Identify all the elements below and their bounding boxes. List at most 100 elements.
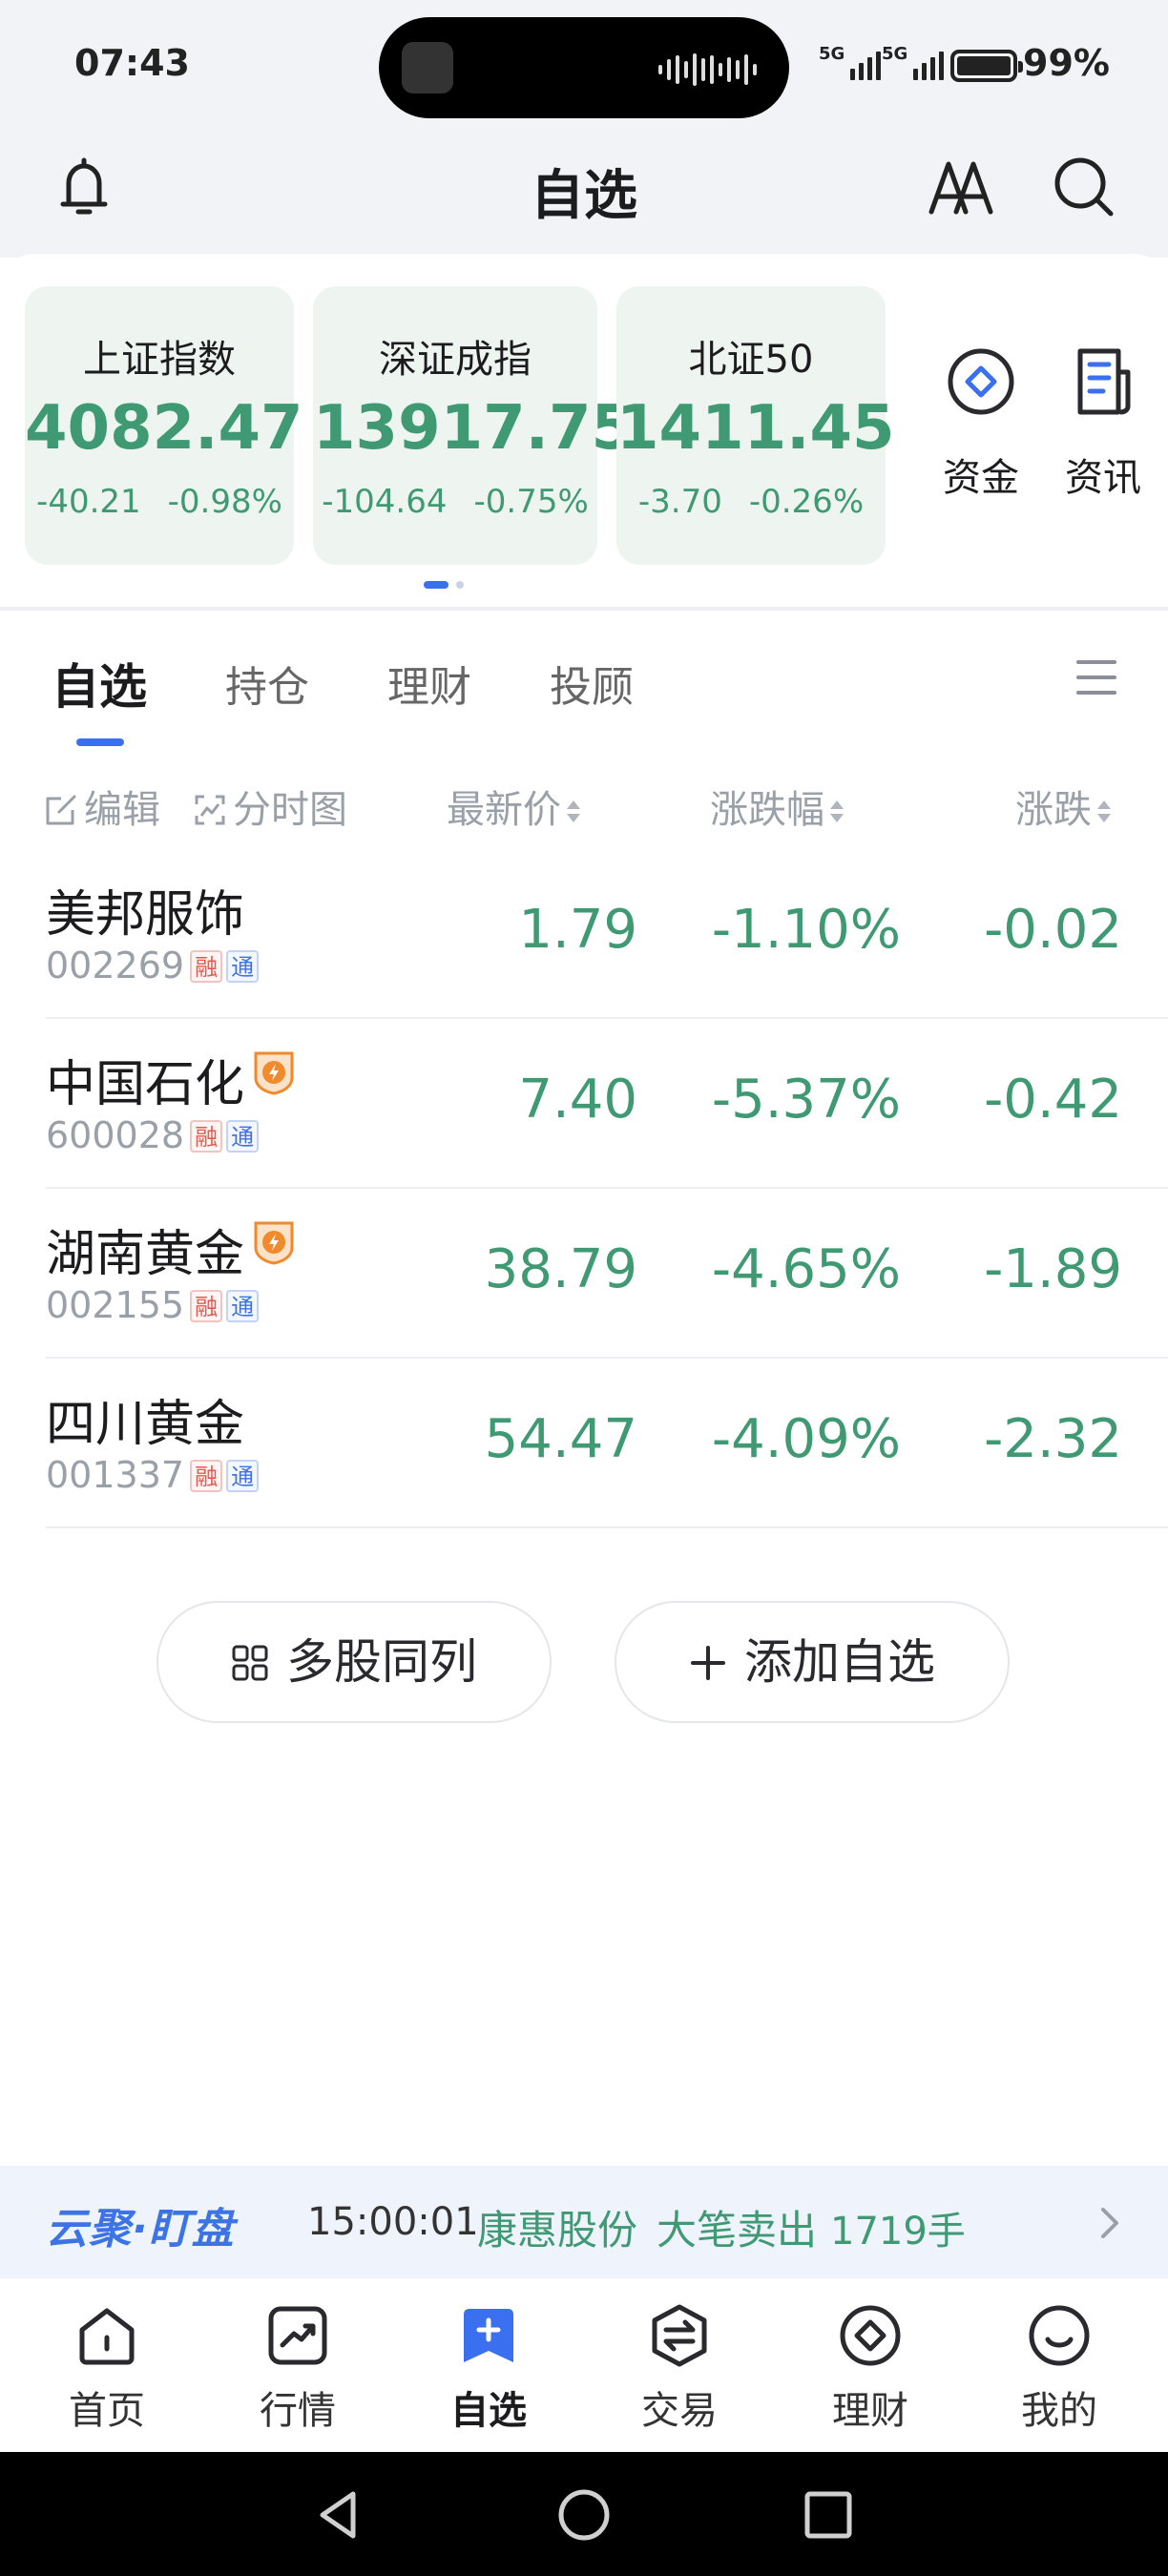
stock-change: -0.42 [984,1069,1122,1131]
tab-holdings[interactable]: 持仓 [225,653,309,714]
battery-percent: 99% [1023,42,1110,84]
stock-pct: -5.37% [711,1069,901,1131]
app-thumbnail-icon [402,42,453,93]
trade-icon [652,2304,707,2367]
stock-pct: -1.10% [711,899,901,961]
chevron-right-icon [1101,2208,1118,2238]
index-change: -104.64 -0.75% [322,483,589,521]
system-nav-bar [0,2452,1168,2576]
index-value: 4082.47 [25,393,303,464]
multi-stock-button[interactable]: 多股同列 [156,1601,552,1723]
recents-icon[interactable] [800,2486,857,2544]
ticker-time: 15:00:01 [307,2200,479,2244]
sort-pct-header[interactable]: 涨跌幅 [710,779,844,834]
sort-icon [830,799,844,825]
status-time: 07:43 [74,42,190,84]
grid-icon [232,1645,268,1681]
ticker-volume: 1719手 [830,2210,966,2254]
index-card-beijing[interactable]: 北证50 1411.45 -3.70 -0.26% [616,286,895,565]
stock-name: 湖南黄金 [46,1214,296,1285]
menu-icon[interactable] [1076,660,1116,698]
index-value: 13917.75 [313,393,635,464]
sort-icon [1097,799,1111,825]
dynamic-island [379,17,789,118]
home-circle-icon[interactable] [555,2486,613,2544]
index-name: 深证成指 [379,338,532,382]
margin-badge: 融 [190,1120,223,1153]
ticker-stock: 康惠股份 [477,2207,638,2254]
index-card-shanghai[interactable]: 上证指数 4082.47 -40.21 -0.98% [25,286,303,565]
news-icon [1077,348,1131,415]
bottom-nav: 首页 行情 自选 交易 理财 我的 [0,2278,1168,2452]
edit-icon [46,795,76,825]
ticker-action: 大笔卖出 [657,2207,818,2254]
back-icon[interactable] [311,2486,368,2544]
market-ticker[interactable]: 云聚·盯盘 15:00:01 康惠股份 大笔卖出 1719手 [0,2166,1168,2278]
sort-price-header[interactable]: 最新价 [447,779,580,834]
stock-name: 美邦服饰 [46,886,245,944]
tab-watchlist[interactable]: 自选 [52,649,147,717]
stock-name: 中国石化 [46,1044,296,1115]
stock-code: 600028 融通 [46,1114,260,1156]
stock-code: 002155 融通 [46,1284,260,1326]
stock-change: -0.02 [984,899,1122,961]
fund-icon [948,348,1014,415]
index-card-shenzhen[interactable]: 深证成指 13917.75 -104.64 -0.75% [313,286,635,565]
edit-button[interactable]: 编辑 [44,779,160,834]
quick-link-news[interactable]: 资讯 [1055,343,1151,502]
home-icon [79,2308,135,2365]
stock-row[interactable]: 四川黄金 001337 融通 54.47 -4.09% -2.32 [46,1359,1168,1528]
timeshare-chart-icon [195,795,225,825]
index-name: 上证指数 [83,338,236,382]
watchlist-icon [464,2309,513,2362]
nav-trade[interactable]: 交易 [613,2301,746,2435]
connect-badge: 通 [226,1290,260,1322]
connect-badge: 通 [226,1460,260,1492]
stock-row[interactable]: 中国石化 600028 融通 7.40 -5.37% -0.42 [46,1019,1168,1189]
timeshare-button[interactable]: 分时图 [193,779,347,834]
nav-watchlist[interactable]: 自选 [422,2301,555,2435]
search-icon[interactable] [1050,153,1118,221]
nav-market[interactable]: 行情 [231,2301,365,2435]
stock-pct: -4.65% [711,1238,901,1300]
stock-pct: -4.09% [711,1408,901,1470]
tab-advisor[interactable]: 投顾 [550,653,634,714]
tab-wealth[interactable]: 理财 [387,653,471,714]
index-name: 北证50 [688,338,814,382]
nav-profile[interactable]: 我的 [992,2301,1126,2435]
tab-active-indicator [76,738,124,746]
stock-price: 1.79 [518,899,637,961]
index-value: 1411.45 [616,393,895,464]
stock-row[interactable]: 美邦服饰 002269 融通 1.79 -1.10% -0.02 [46,849,1168,1019]
shield-bolt-icon [254,1221,294,1265]
stock-name: 四川黄金 [46,1396,245,1453]
stock-change: -2.32 [984,1408,1122,1470]
sort-change-header[interactable]: 涨跌 [1015,779,1111,834]
add-watchlist-button[interactable]: 添加自选 [615,1601,1010,1723]
quick-link-fund[interactable]: 资金 [933,343,1029,502]
profile-icon [1029,2305,1090,2366]
stock-price: 7.40 [518,1069,637,1131]
carousel-dots [424,581,464,589]
stock-change: -1.89 [984,1238,1122,1300]
stock-row[interactable]: 湖南黄金 002155 融通 38.79 -4.65% -1.89 [46,1189,1168,1359]
audio-wave-icon [658,53,757,86]
battery-icon [950,50,1023,82]
connect-badge: 通 [226,950,260,983]
margin-badge: 融 [190,1460,223,1492]
stock-code: 002269 融通 [46,945,260,987]
nav-wealth[interactable]: 理财 [803,2301,937,2435]
shield-bolt-icon [254,1051,294,1095]
nav-home[interactable]: 首页 [40,2301,174,2435]
signal-icon: 5G [819,46,882,80]
index-change: -40.21 -0.98% [36,483,282,521]
ticker-brand: 云聚·盯盘 [46,2205,235,2254]
wealth-icon [840,2305,901,2366]
index-change: -3.70 -0.26% [637,483,865,521]
font-size-icon[interactable] [928,153,996,221]
signal-icon: 5G [882,46,945,80]
sort-icon [567,799,580,825]
plus-icon [691,1646,725,1680]
stock-price: 54.47 [484,1408,637,1470]
connect-badge: 通 [226,1120,260,1153]
